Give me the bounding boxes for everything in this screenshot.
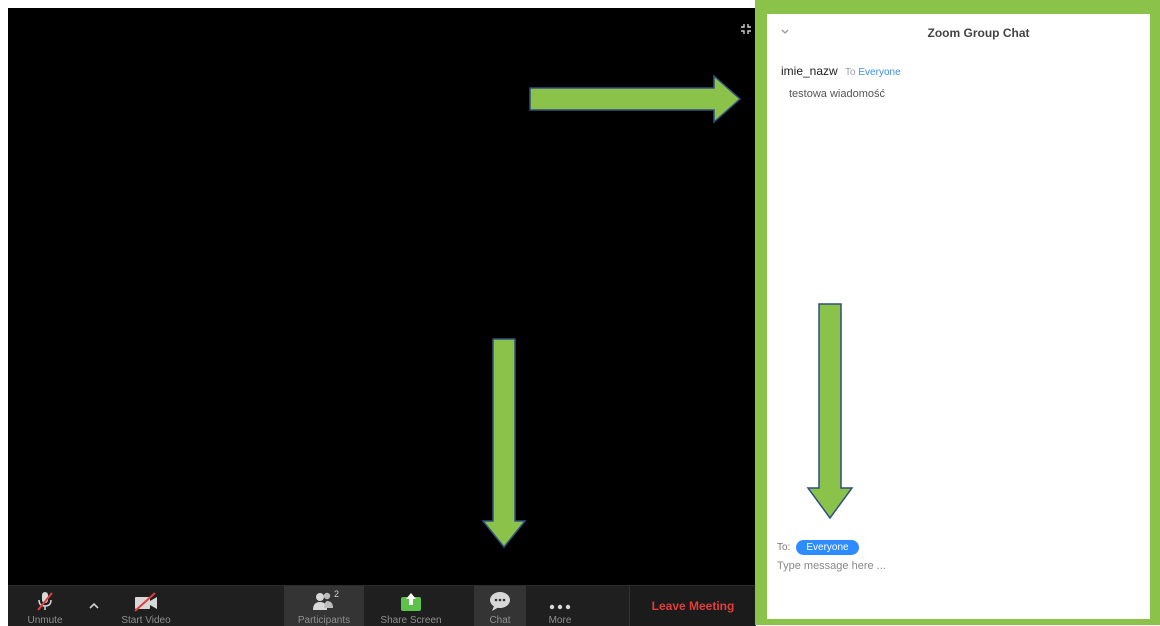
unmute-label: Unmute bbox=[27, 615, 63, 626]
chat-label: Chat bbox=[489, 615, 511, 626]
arrow-down-icon bbox=[806, 303, 854, 520]
arrow-right-icon bbox=[529, 74, 742, 124]
chat-message-header: imie_nazw To Everyone bbox=[781, 64, 901, 78]
microphone-muted-icon bbox=[37, 592, 53, 611]
video-off-icon bbox=[134, 592, 157, 612]
recipient-row: To: Everyone bbox=[777, 540, 859, 555]
share-screen-label: Share Screen bbox=[380, 615, 442, 626]
leave-meeting-button[interactable]: Leave Meeting bbox=[629, 586, 756, 626]
more-label: More bbox=[548, 615, 572, 626]
recipient-dropdown[interactable]: Everyone bbox=[796, 540, 859, 555]
message-input[interactable] bbox=[775, 556, 1139, 576]
chat-title: Zoom Group Chat bbox=[927, 26, 1030, 40]
participants-count-badge: 2 bbox=[334, 589, 340, 599]
start-video-button[interactable]: Start Video bbox=[111, 586, 181, 626]
meeting-toolbar: Unmute Start Video Participants 2 Share … bbox=[8, 585, 756, 626]
message-to-prefix: To bbox=[845, 67, 856, 78]
message-recipient: To Everyone bbox=[845, 67, 901, 78]
participants-button[interactable]: Participants 2 bbox=[284, 586, 364, 626]
message-sender: imie_nazw bbox=[781, 64, 838, 78]
arrow-down-icon bbox=[481, 338, 527, 549]
message-to-target: Everyone bbox=[858, 67, 901, 78]
chat-icon bbox=[490, 592, 510, 611]
more-button[interactable]: More bbox=[536, 586, 584, 626]
message-text: testowa wiadomość bbox=[789, 88, 885, 100]
fullscreen-exit-button[interactable] bbox=[737, 20, 755, 38]
unmute-button[interactable]: Unmute bbox=[20, 586, 70, 626]
fullscreen-exit-icon bbox=[741, 24, 751, 34]
chat-button[interactable]: Chat bbox=[474, 586, 526, 626]
chevron-up-icon bbox=[89, 602, 99, 609]
share-screen-button[interactable]: Share Screen bbox=[378, 586, 444, 626]
start-video-label: Start Video bbox=[121, 615, 171, 626]
participants-label: Participants bbox=[297, 615, 351, 626]
share-screen-icon bbox=[401, 593, 421, 611]
more-dots-icon bbox=[549, 604, 571, 610]
audio-options-caret[interactable] bbox=[86, 586, 102, 626]
to-label: To: bbox=[777, 542, 791, 553]
